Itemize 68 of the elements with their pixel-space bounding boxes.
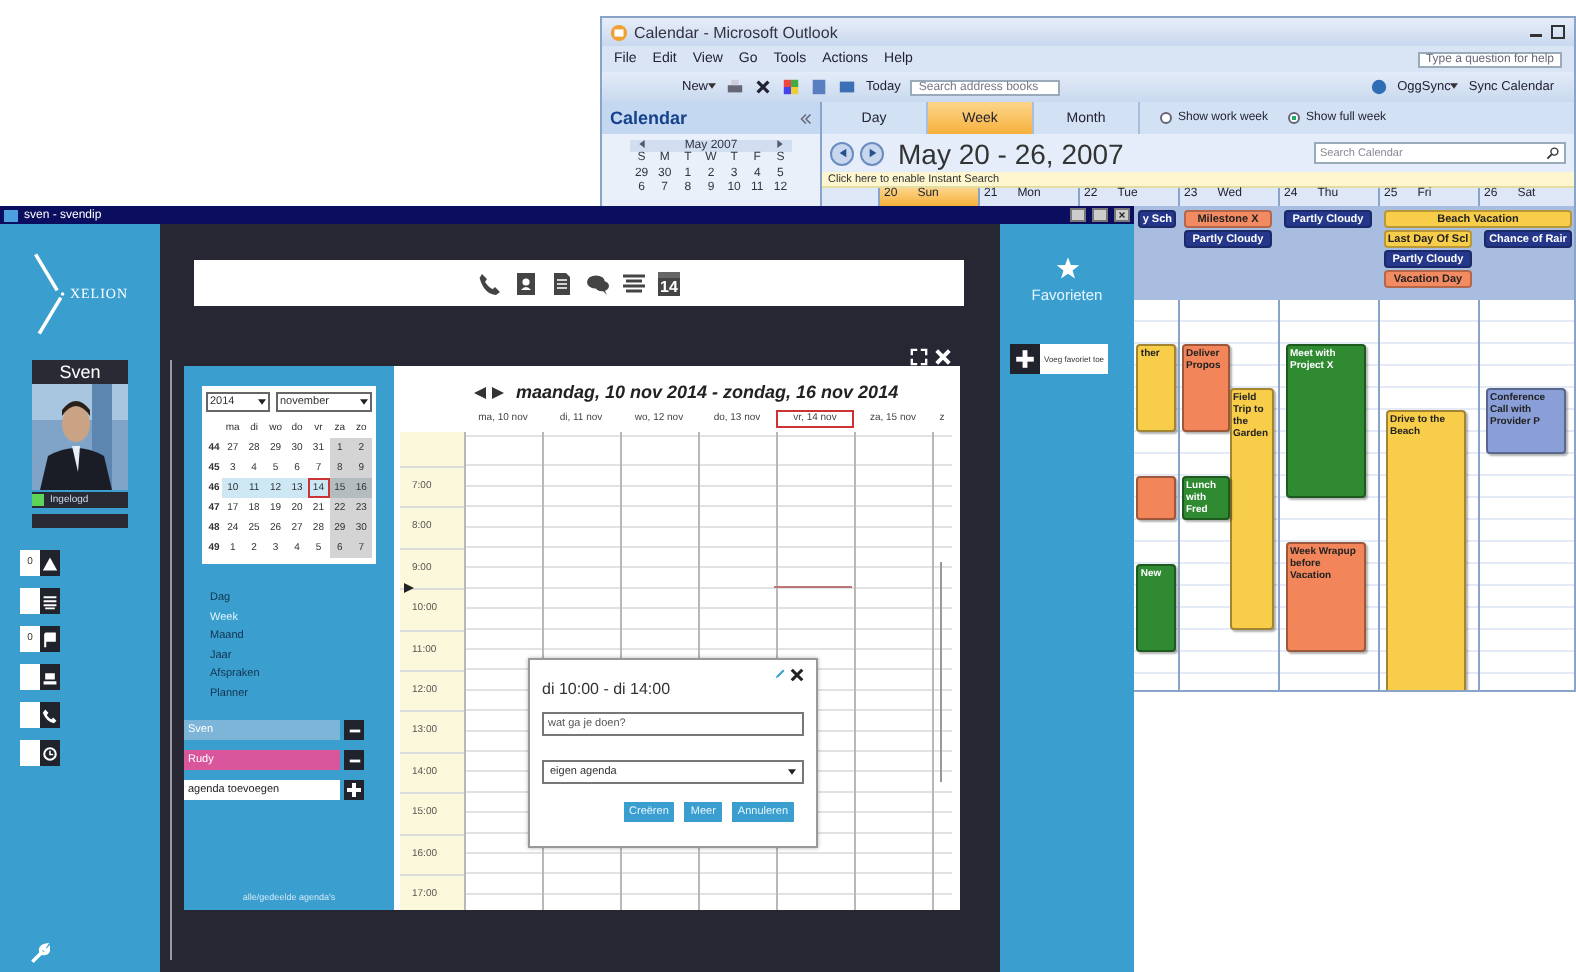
printer-icon[interactable] <box>726 78 745 96</box>
previous-month-icon[interactable] <box>638 140 646 148</box>
add-agenda-button[interactable] <box>344 780 364 800</box>
document-icon[interactable] <box>550 271 575 295</box>
calendar-icon[interactable]: 14 <box>658 271 680 295</box>
warning-button[interactable] <box>40 550 60 576</box>
pane-title: Calendar <box>610 108 688 128</box>
history-icon <box>42 745 58 761</box>
star-icon <box>1055 256 1079 280</box>
current-time-marker-icon <box>404 582 414 594</box>
next-week-icon[interactable] <box>492 385 504 399</box>
pencil-icon[interactable] <box>774 668 786 680</box>
history-button[interactable] <box>40 740 60 766</box>
maximize-icon[interactable] <box>1550 24 1566 40</box>
caret-icon <box>258 398 266 406</box>
calendar-app-icon <box>610 23 628 41</box>
caret-icon <box>708 82 717 90</box>
address-book-icon[interactable] <box>810 78 829 96</box>
fullscreen-icon[interactable] <box>910 348 928 366</box>
contacts-button[interactable] <box>40 664 60 690</box>
caret-icon <box>360 398 368 406</box>
plus-icon <box>1010 344 1040 374</box>
back-arrow-icon <box>837 148 847 158</box>
close-icon[interactable] <box>1114 208 1130 222</box>
week-range-title: maandag, 10 nov 2014 - zondag, 16 nov 2014 <box>516 382 899 402</box>
back-button[interactable] <box>830 141 854 165</box>
warning-icon <box>42 555 58 571</box>
caret-icon <box>788 768 796 776</box>
current-time-line <box>774 586 852 588</box>
scrollbar[interactable] <box>939 562 942 782</box>
logo-lines-icon <box>31 248 68 340</box>
forward-arrow-icon <box>867 148 877 158</box>
search-icon[interactable] <box>1546 146 1560 160</box>
user-name: Sven <box>32 360 128 384</box>
counter-badge <box>20 740 40 766</box>
flag-icon <box>42 631 58 647</box>
color-grid-icon[interactable] <box>782 78 801 96</box>
status-message-bar <box>32 514 128 528</box>
chat-icon[interactable] <box>586 271 611 295</box>
contact-icon[interactable] <box>514 271 539 295</box>
counter-badge <box>20 664 40 690</box>
caret-icon <box>1450 82 1459 90</box>
remove-agenda-button[interactable] <box>344 750 364 770</box>
phone-button[interactable] <box>40 702 60 728</box>
previous-week-icon[interactable] <box>474 385 486 399</box>
collapse-icon[interactable] <box>800 113 812 123</box>
next-month-icon[interactable] <box>775 140 784 148</box>
contacts-icon <box>42 669 58 685</box>
dialog-title: di 10:00 - di 14:00 <box>542 680 671 698</box>
settings-icon[interactable] <box>28 942 50 964</box>
phone-icon <box>42 707 58 723</box>
phone-icon[interactable] <box>478 271 503 295</box>
grid-icon[interactable] <box>838 78 857 96</box>
remove-agenda-button[interactable] <box>344 720 364 740</box>
globe-icon <box>1369 78 1388 96</box>
forward-button[interactable] <box>860 141 884 165</box>
counter-badge <box>20 588 40 614</box>
date-range-title: May 20 - 26, 2007 <box>898 137 1124 169</box>
close-icon[interactable] <box>790 668 804 682</box>
counter-badge <box>20 702 40 728</box>
list-icon[interactable] <box>622 271 647 295</box>
delete-icon[interactable] <box>754 78 773 96</box>
list-button[interactable] <box>40 588 60 614</box>
list-icon <box>42 593 58 609</box>
flag-button[interactable] <box>40 626 60 652</box>
app-icon <box>4 209 18 221</box>
window-title: Calendar - Microsoft Outlook <box>634 23 838 41</box>
plus-icon <box>346 782 362 798</box>
